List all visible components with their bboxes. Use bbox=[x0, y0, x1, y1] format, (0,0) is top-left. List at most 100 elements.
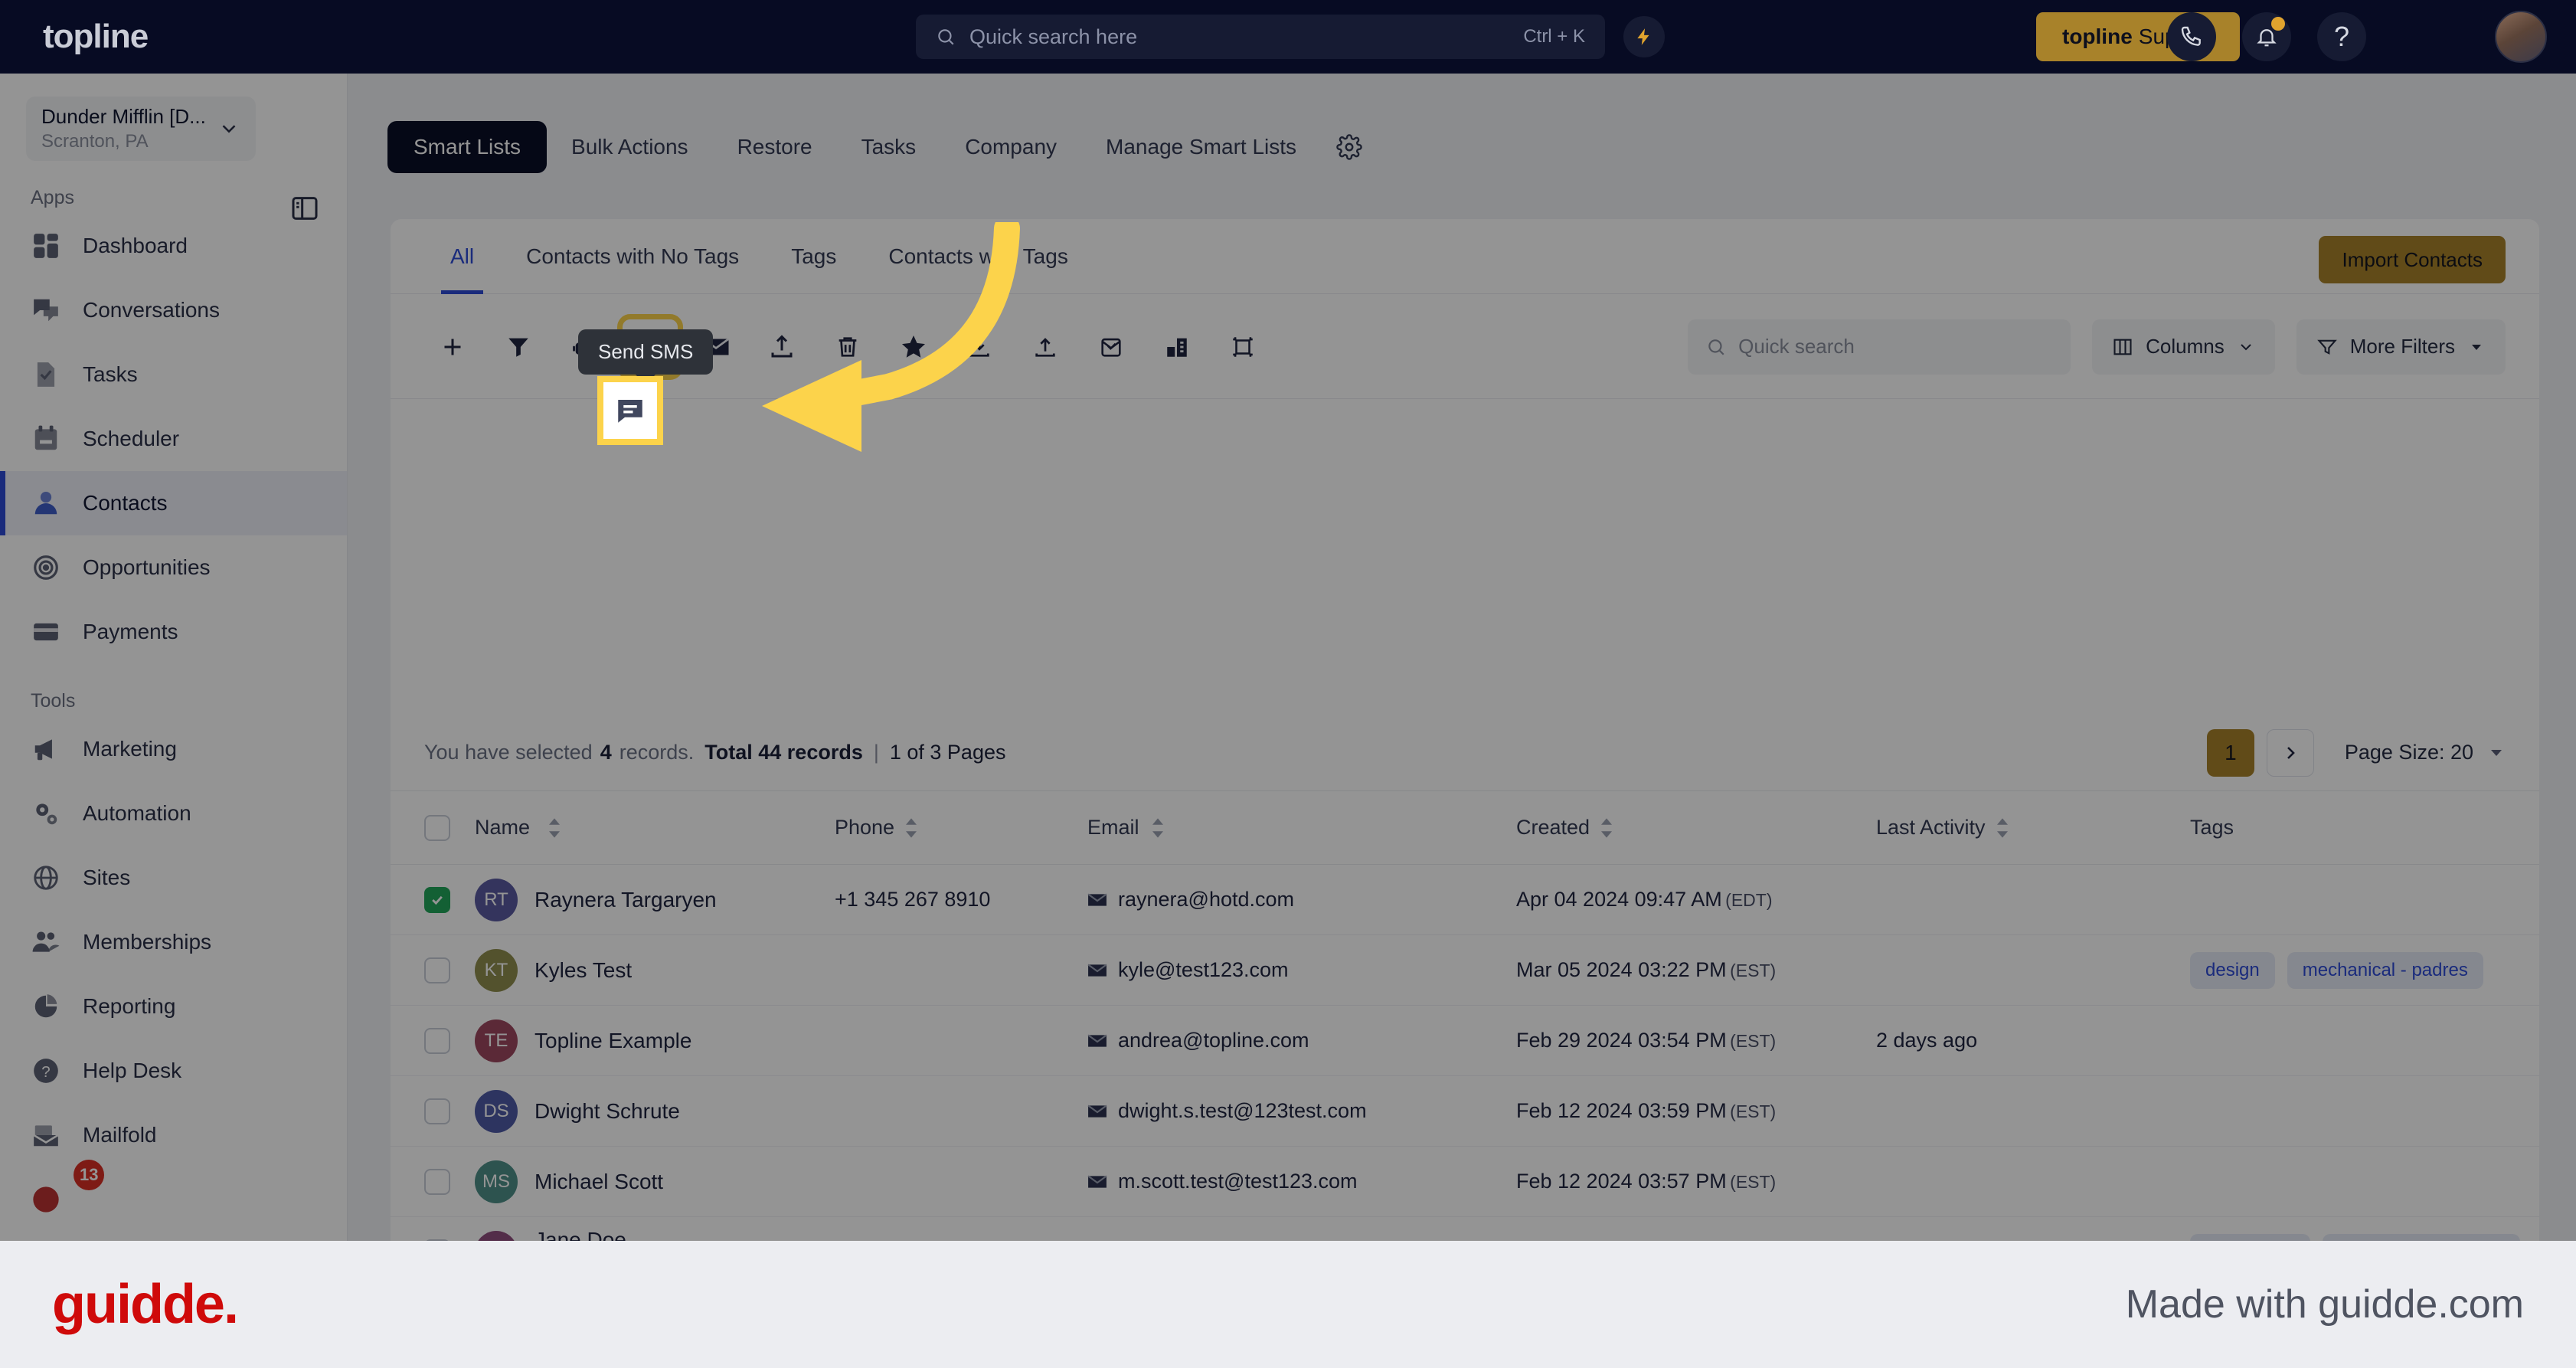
subtab-contacts-with-tags[interactable]: Contacts with Tags bbox=[862, 219, 1094, 294]
sidebar-item-scheduler[interactable]: Scheduler bbox=[0, 407, 347, 471]
filter-icon[interactable] bbox=[490, 319, 547, 375]
sidebar-item-label: Marketing bbox=[83, 737, 177, 761]
table-row[interactable]: TE Topline Example andrea@topline.com Feb 2… bbox=[391, 1006, 2539, 1076]
contact-tag[interactable]: design bbox=[2190, 951, 2275, 989]
payments-icon bbox=[31, 617, 61, 647]
column-header-last-activity[interactable]: Last Activity bbox=[1876, 816, 2190, 839]
sidebar-item-label: Scheduler bbox=[83, 427, 180, 450]
sidebar-item-contacts[interactable]: Contacts bbox=[0, 471, 347, 535]
tab-company[interactable]: Company bbox=[940, 121, 1081, 173]
column-header-created[interactable]: Created bbox=[1516, 816, 1876, 839]
more-filters-button[interactable]: More Filters bbox=[2296, 319, 2506, 375]
send-sms-highlight[interactable] bbox=[597, 376, 663, 445]
avatar: TE bbox=[475, 1019, 518, 1062]
upload-icon[interactable] bbox=[1017, 319, 1074, 375]
contact-created-timezone: (EST) bbox=[1730, 1172, 1777, 1192]
tasks-icon bbox=[31, 359, 61, 390]
user-avatar[interactable] bbox=[2495, 11, 2547, 63]
notification-dot bbox=[2271, 17, 2285, 31]
columns-button[interactable]: Columns bbox=[2092, 319, 2275, 375]
column-header-email[interactable]: Email bbox=[1087, 816, 1516, 839]
import-contacts-button[interactable]: Import Contacts bbox=[2319, 236, 2506, 283]
guidde-logo: guidde. bbox=[52, 1274, 239, 1335]
favorite-icon[interactable] bbox=[885, 319, 942, 375]
page-size-label: Page Size: 20 bbox=[2344, 741, 2473, 764]
table-row[interactable]: RT Raynera Targaryen +1 345 267 8910 rayner… bbox=[391, 865, 2539, 935]
notifications-button[interactable] bbox=[2242, 12, 2291, 61]
send-sms-icon bbox=[618, 400, 642, 423]
row-checkbox[interactable] bbox=[424, 886, 450, 913]
table-row[interactable]: MS Michael Scott m.scott.test@test123.com F… bbox=[391, 1147, 2539, 1217]
sidebar-item-memberships[interactable]: Memberships bbox=[0, 910, 347, 974]
contact-created: Feb 12 2024 03:59 PM bbox=[1516, 1099, 1727, 1122]
mark-read-icon[interactable] bbox=[1083, 319, 1139, 375]
tab-smart-lists[interactable]: Smart Lists bbox=[387, 121, 548, 173]
smartlists-settings-button[interactable] bbox=[1321, 120, 1378, 174]
global-search-placeholder: Quick search here bbox=[969, 25, 1138, 48]
sidebar-item-conversations[interactable]: Conversations bbox=[0, 278, 347, 342]
search-icon bbox=[938, 29, 954, 45]
download-icon[interactable] bbox=[951, 319, 1008, 375]
quick-actions-button[interactable] bbox=[1623, 16, 1665, 57]
megaphone-icon bbox=[31, 734, 61, 764]
sort-icon bbox=[1152, 817, 1163, 838]
sidebar-item-reporting[interactable]: Reporting bbox=[0, 974, 347, 1039]
contact-created: Mar 05 2024 03:22 PM bbox=[1516, 958, 1727, 981]
subtab-all[interactable]: All bbox=[424, 219, 500, 294]
help-button[interactable]: ? bbox=[2317, 12, 2366, 61]
tab-tasks[interactable]: Tasks bbox=[837, 121, 941, 173]
org-switcher[interactable]: Dunder Mifflin [D... Scranton, PA bbox=[26, 97, 256, 161]
select-all-checkbox[interactable] bbox=[424, 814, 450, 841]
sort-icon bbox=[1996, 817, 2008, 838]
page-1-button[interactable]: 1 bbox=[2206, 728, 2254, 777]
subtab-tags[interactable]: Tags bbox=[765, 219, 862, 294]
contact-email: dwight.s.test@123test.com bbox=[1118, 1099, 1367, 1122]
table-row[interactable]: DS Dwight Schrute dwight.s.test@123test.co… bbox=[391, 1076, 2539, 1147]
merge-icon[interactable] bbox=[1214, 319, 1271, 375]
send-sms-tooltip: Send SMS bbox=[578, 329, 714, 375]
sidebar-item-tasks[interactable]: Tasks bbox=[0, 342, 347, 407]
piechart-icon bbox=[31, 991, 61, 1022]
column-header-name[interactable]: Name bbox=[475, 816, 835, 839]
sidebar-item-payments[interactable]: Payments bbox=[0, 600, 347, 664]
row-checkbox[interactable] bbox=[424, 1098, 450, 1124]
row-checkbox[interactable] bbox=[424, 1027, 450, 1054]
tab-manage-smart-lists[interactable]: Manage Smart Lists bbox=[1081, 121, 1321, 173]
contact-tag[interactable]: mechanical - padres bbox=[2287, 951, 2483, 989]
contact-email: raynera@hotd.com bbox=[1118, 888, 1295, 911]
column-header-phone[interactable]: Phone bbox=[835, 816, 1087, 839]
delete-icon[interactable] bbox=[819, 319, 876, 375]
row-checkbox[interactable] bbox=[424, 957, 450, 983]
sidebar-item-marketing[interactable]: Marketing bbox=[0, 717, 347, 781]
next-page-button[interactable] bbox=[2266, 728, 2314, 777]
sidebar-item-opportunities[interactable]: Opportunities bbox=[0, 535, 347, 600]
email-icon bbox=[1087, 1105, 1107, 1118]
page-size-select[interactable]: Page Size: 20 bbox=[2345, 741, 2506, 764]
global-search-input[interactable]: Quick search here Ctrl + K bbox=[916, 15, 1605, 59]
subtab-contacts-with-no-tags[interactable]: Contacts with No Tags bbox=[500, 219, 765, 294]
tab-restore[interactable]: Restore bbox=[713, 121, 837, 173]
circle-icon bbox=[31, 1184, 61, 1215]
export-icon[interactable] bbox=[754, 319, 810, 375]
sidebar-item-sites[interactable]: Sites bbox=[0, 846, 347, 910]
calendar-icon bbox=[31, 424, 61, 454]
sidebar-item-automation[interactable]: Automation bbox=[0, 781, 347, 846]
avatar: MS bbox=[475, 1160, 518, 1203]
tab-bulk-actions[interactable]: Bulk Actions bbox=[547, 121, 713, 173]
contact-phone: +1 345 267 8910 bbox=[835, 888, 991, 911]
table-search-input[interactable]: Quick search bbox=[1688, 319, 2071, 375]
sidebar-item-overflow[interactable]: 13 bbox=[0, 1160, 347, 1232]
row-checkbox[interactable] bbox=[424, 1168, 450, 1195]
email-icon bbox=[1087, 1034, 1107, 1047]
phone-button[interactable] bbox=[2167, 12, 2216, 61]
sidebar-item-mailfold[interactable]: Mailfold bbox=[0, 1103, 347, 1167]
filter-icon bbox=[2316, 339, 2337, 355]
contact-created-timezone: (EST) bbox=[1730, 961, 1777, 980]
add-icon[interactable] bbox=[424, 319, 481, 375]
sidebar-badge-count: 13 bbox=[74, 1160, 105, 1190]
sidebar-item-dashboard[interactable]: Dashboard bbox=[0, 214, 347, 278]
avatar: DS bbox=[475, 1089, 518, 1133]
table-row[interactable]: KT Kyles Test kyle@test123.com Mar 05 2024 … bbox=[391, 935, 2539, 1006]
company-icon[interactable] bbox=[1149, 319, 1205, 375]
sidebar-item-help-desk[interactable]: ? Help Desk bbox=[0, 1039, 347, 1103]
